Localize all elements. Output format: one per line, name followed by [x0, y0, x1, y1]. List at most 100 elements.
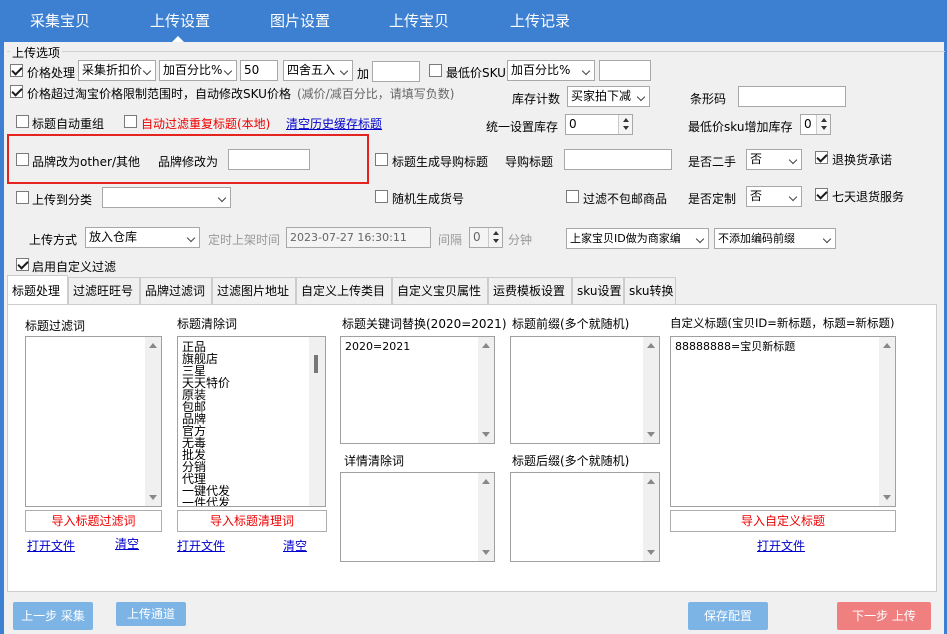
keyword-replace-textarea[interactable]: 2020=2021: [340, 336, 495, 444]
price-mode-select[interactable]: 采集折扣价: [78, 60, 156, 81]
title-prefix-textarea[interactable]: [510, 336, 660, 444]
scroll-up-icon[interactable]: [482, 343, 490, 348]
scroll-down-icon[interactable]: [482, 550, 490, 555]
nav-tab-upload-records[interactable]: 上传记录: [494, 0, 586, 42]
title-clear-textarea[interactable]: 正品 旗舰店 三星 天天特价 原装 包邮 品牌 官方 无毒 批发 分销 代理 一…: [177, 336, 326, 507]
min-price-sku-stock-spinner[interactable]: 0: [800, 114, 831, 135]
scroll-down-icon[interactable]: [647, 550, 655, 555]
keyword-replace-content: 2020=2021: [345, 340, 411, 353]
scrollbar[interactable]: [478, 473, 494, 561]
customized-select[interactable]: 否: [746, 186, 802, 207]
tab-custom-attributes[interactable]: 自定义宝贝属性: [392, 277, 488, 304]
auto-modify-sku-checkbox[interactable]: [10, 85, 23, 98]
nav-tab-collect[interactable]: 采集宝贝: [14, 0, 106, 42]
upload-method-select[interactable]: 放入仓库: [85, 227, 200, 248]
scroll-up-icon[interactable]: [647, 479, 655, 484]
price-add-input[interactable]: [372, 61, 420, 82]
timed-listing-input[interactable]: 2023-07-27 16:30:11: [286, 227, 431, 248]
custom-filter-checkbox[interactable]: [16, 258, 29, 271]
price-handling-checkbox[interactable]: [10, 64, 23, 77]
next-step-button[interactable]: 下一步 上传: [837, 602, 931, 630]
interval-spinner[interactable]: 0: [469, 227, 503, 248]
tab-filter-wangwang[interactable]: 过滤旺旺号: [68, 277, 140, 304]
scrollbar[interactable]: [643, 337, 659, 443]
upload-channel-button[interactable]: 上传通道: [116, 602, 186, 626]
tab-sku-settings[interactable]: sku设置: [572, 277, 624, 304]
nav-tab-image-settings[interactable]: 图片设置: [254, 0, 346, 42]
spinner-arrows-icon[interactable]: [488, 228, 502, 247]
unified-stock-spinner[interactable]: 0: [565, 114, 633, 135]
encoding-prefix-select[interactable]: 不添加编码前缀: [714, 228, 836, 249]
return-promise-checkbox[interactable]: [815, 151, 828, 164]
title-filter-open-file-link[interactable]: 打开文件: [27, 537, 75, 554]
brand-other-checkbox[interactable]: [16, 153, 29, 166]
brand-modify-input[interactable]: [228, 149, 310, 170]
scrollbar[interactable]: [879, 337, 895, 506]
tab-shipping-template[interactable]: 运费模板设置: [488, 277, 572, 304]
title-gen-shopping-checkbox[interactable]: [375, 153, 388, 166]
unified-stock-value: 0: [569, 117, 577, 131]
auto-filter-dup-label: 自动过滤重复标题(本地): [141, 117, 271, 131]
detail-clear-textarea[interactable]: [340, 472, 495, 562]
scroll-down-icon[interactable]: [149, 495, 157, 500]
import-title-clear-button[interactable]: 导入标题清理词: [177, 510, 327, 532]
custom-filter-label: 启用自定义过滤: [32, 260, 117, 274]
scrollbar[interactable]: [643, 473, 659, 561]
scroll-up-icon[interactable]: [482, 479, 490, 484]
scrollbar[interactable]: [478, 337, 494, 443]
tab-sku-convert[interactable]: sku转换: [624, 277, 676, 304]
barcode-input[interactable]: [738, 86, 846, 107]
shopping-title-input[interactable]: [564, 149, 672, 170]
min-price-sku-value-input[interactable]: [599, 60, 651, 81]
price-value-input[interactable]: 50: [240, 60, 278, 81]
custom-title-open-file-link[interactable]: 打开文件: [757, 537, 805, 554]
tab-custom-category[interactable]: 自定义上传类目: [296, 277, 392, 304]
scrollbar[interactable]: [145, 337, 161, 506]
scroll-down-icon[interactable]: [647, 432, 655, 437]
random-item-no-checkbox[interactable]: [375, 190, 388, 203]
merchant-code-select[interactable]: 上家宝贝ID做为商家编: [566, 228, 709, 249]
scroll-down-icon[interactable]: [482, 432, 490, 437]
min-price-sku-checkbox[interactable]: [429, 64, 442, 77]
scroll-up-icon[interactable]: [647, 343, 655, 348]
price-type-select[interactable]: 加百分比%: [159, 60, 237, 81]
custom-title-textarea[interactable]: 88888888=宝贝新标题: [670, 336, 896, 507]
price-handling-label: 价格处理: [27, 66, 76, 80]
left-border: [0, 42, 4, 634]
scrollbar[interactable]: [309, 337, 325, 506]
title-regroup-checkbox[interactable]: [16, 115, 29, 128]
save-config-button[interactable]: 保存配置: [688, 602, 768, 630]
spinner-arrows-icon[interactable]: [816, 115, 830, 134]
min-price-sku-type-select[interactable]: 加百分比%: [507, 60, 595, 81]
tab-title-processing[interactable]: 标题处理: [7, 275, 68, 305]
auto-filter-dup-checkbox[interactable]: [124, 115, 137, 128]
title-suffix-textarea[interactable]: [510, 472, 660, 562]
import-custom-title-button[interactable]: 导入自定义标题: [670, 510, 896, 532]
clear-history-link[interactable]: 清空历史缓存标题: [286, 115, 382, 132]
auto-modify-sku-label: 价格超过淘宝价格限制范围时，自动修改SKU价格: [27, 87, 291, 101]
scroll-thumb[interactable]: [314, 355, 318, 373]
title-clear-open-file-link[interactable]: 打开文件: [177, 537, 225, 554]
title-clear-clear-link[interactable]: 清空: [283, 537, 307, 554]
inventory-count-select[interactable]: 买家拍下减: [567, 86, 650, 107]
brand-modify-label: 品牌修改为: [158, 155, 219, 169]
price-rounding-select[interactable]: 四舍五入: [283, 60, 353, 81]
upload-category-select[interactable]: [102, 187, 231, 208]
filter-no-shipping-checkbox[interactable]: [566, 190, 579, 203]
upload-method-label: 上传方式: [29, 233, 78, 247]
spinner-arrows-icon[interactable]: [618, 115, 632, 134]
title-filter-textarea[interactable]: [25, 336, 162, 507]
second-hand-select[interactable]: 否: [746, 149, 802, 170]
tab-brand-filter[interactable]: 品牌过滤词: [140, 277, 212, 304]
scroll-up-icon[interactable]: [149, 343, 157, 348]
tab-filter-image-url[interactable]: 过滤图片地址: [212, 277, 296, 304]
title-filter-clear-link[interactable]: 清空: [115, 535, 139, 552]
nav-tab-upload-items[interactable]: 上传宝贝: [373, 0, 465, 42]
scroll-down-icon[interactable]: [883, 495, 891, 500]
scroll-up-icon[interactable]: [883, 343, 891, 348]
seven-day-return-checkbox[interactable]: [815, 188, 828, 201]
upload-category-checkbox[interactable]: [16, 191, 29, 204]
prev-step-button[interactable]: 上一步 采集: [13, 602, 93, 630]
import-title-filter-button[interactable]: 导入标题过滤词: [25, 510, 162, 532]
active-tab-indicator: [172, 36, 184, 42]
